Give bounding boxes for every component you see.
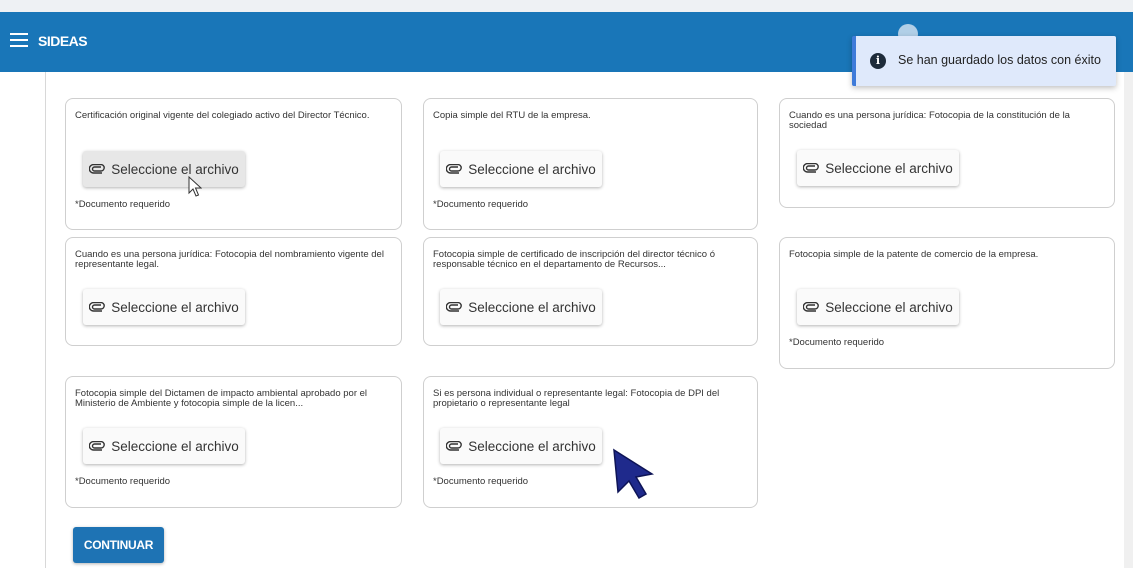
- select-file-label: Seleccione el archivo: [111, 161, 239, 177]
- select-file-button[interactable]: Seleccione el archivo: [440, 289, 602, 325]
- document-card-constitucion: Cuando es una persona jurídica: Fotocopi…: [779, 98, 1115, 208]
- select-file-label: Seleccione el archivo: [111, 438, 239, 454]
- select-file-label: Seleccione el archivo: [468, 438, 596, 454]
- mouse-pointer-icon: [188, 176, 202, 197]
- document-title: Fotocopia simple del Dictamen de impacto…: [75, 388, 368, 409]
- continue-button[interactable]: CONTINUAR: [73, 527, 164, 563]
- document-card-patente: Fotocopia simple de la patente de comerc…: [779, 237, 1115, 369]
- attachment-icon: [446, 441, 463, 451]
- document-card-nombramiento: Cuando es una persona jurídica: Fotocopi…: [65, 237, 402, 346]
- select-file-button[interactable]: Seleccione el archivo: [797, 289, 959, 325]
- select-file-label: Seleccione el archivo: [111, 299, 239, 315]
- document-title: Si es persona individual o representante…: [433, 388, 720, 409]
- select-file-button[interactable]: Seleccione el archivo: [797, 150, 959, 186]
- select-file-button[interactable]: Seleccione el archivo: [440, 428, 602, 464]
- document-title: Fotocopia simple de la patente de comerc…: [789, 249, 1039, 260]
- document-card-inscripcion: Fotocopia simple de certificado de inscr…: [423, 237, 758, 346]
- attachment-icon: [89, 164, 106, 174]
- info-icon: i: [870, 53, 886, 69]
- success-toast: i Se han guardado los datos con éxito: [852, 36, 1116, 86]
- select-file-button[interactable]: Seleccione el archivo: [83, 289, 245, 325]
- required-note: *Documento requerido: [433, 199, 529, 210]
- document-title: Copia simple del RTU de la empresa.: [433, 110, 591, 121]
- scrollbar-track[interactable]: [1124, 72, 1133, 568]
- select-file-label: Seleccione el archivo: [468, 299, 596, 315]
- document-card-colegiado: Certificación original vigente del coleg…: [65, 98, 402, 230]
- attachment-icon: [803, 302, 820, 312]
- attachment-icon: [89, 441, 106, 451]
- document-card-dpi: Si es persona individual o representante…: [423, 376, 758, 508]
- required-note: *Documento requerido: [789, 337, 885, 348]
- content-divider: [45, 72, 46, 568]
- attachment-icon: [446, 302, 463, 312]
- select-file-button[interactable]: Seleccione el archivo: [83, 428, 245, 464]
- app-title: SIDEAS: [38, 33, 88, 49]
- required-note: *Documento requerido: [75, 199, 171, 210]
- select-file-button[interactable]: Seleccione el archivo: [83, 151, 245, 187]
- select-file-label: Seleccione el archivo: [468, 161, 596, 177]
- select-file-button[interactable]: Seleccione el archivo: [440, 151, 602, 187]
- document-title: Cuando es una persona jurídica: Fotocopi…: [789, 110, 1070, 131]
- document-title: Cuando es una persona jurídica: Fotocopi…: [75, 249, 384, 270]
- required-note: *Documento requerido: [75, 476, 171, 487]
- browser-strip: [0, 0, 1133, 12]
- document-title: Fotocopia simple de certificado de inscr…: [433, 249, 715, 270]
- select-file-label: Seleccione el archivo: [825, 299, 953, 315]
- attachment-icon: [446, 164, 463, 174]
- document-card-rtu: Copia simple del RTU de la empresa. Sele…: [423, 98, 758, 230]
- pointer-highlight-icon: [613, 448, 655, 500]
- document-card-dictamen: Fotocopia simple del Dictamen de impacto…: [65, 376, 402, 508]
- select-file-label: Seleccione el archivo: [825, 160, 953, 176]
- attachment-icon: [89, 302, 106, 312]
- hamburger-menu-icon[interactable]: [10, 33, 28, 47]
- attachment-icon: [803, 163, 820, 173]
- required-note: *Documento requerido: [433, 476, 529, 487]
- document-title: Certificación original vigente del coleg…: [75, 110, 370, 121]
- toast-message: Se han guardado los datos con éxito: [898, 53, 1101, 67]
